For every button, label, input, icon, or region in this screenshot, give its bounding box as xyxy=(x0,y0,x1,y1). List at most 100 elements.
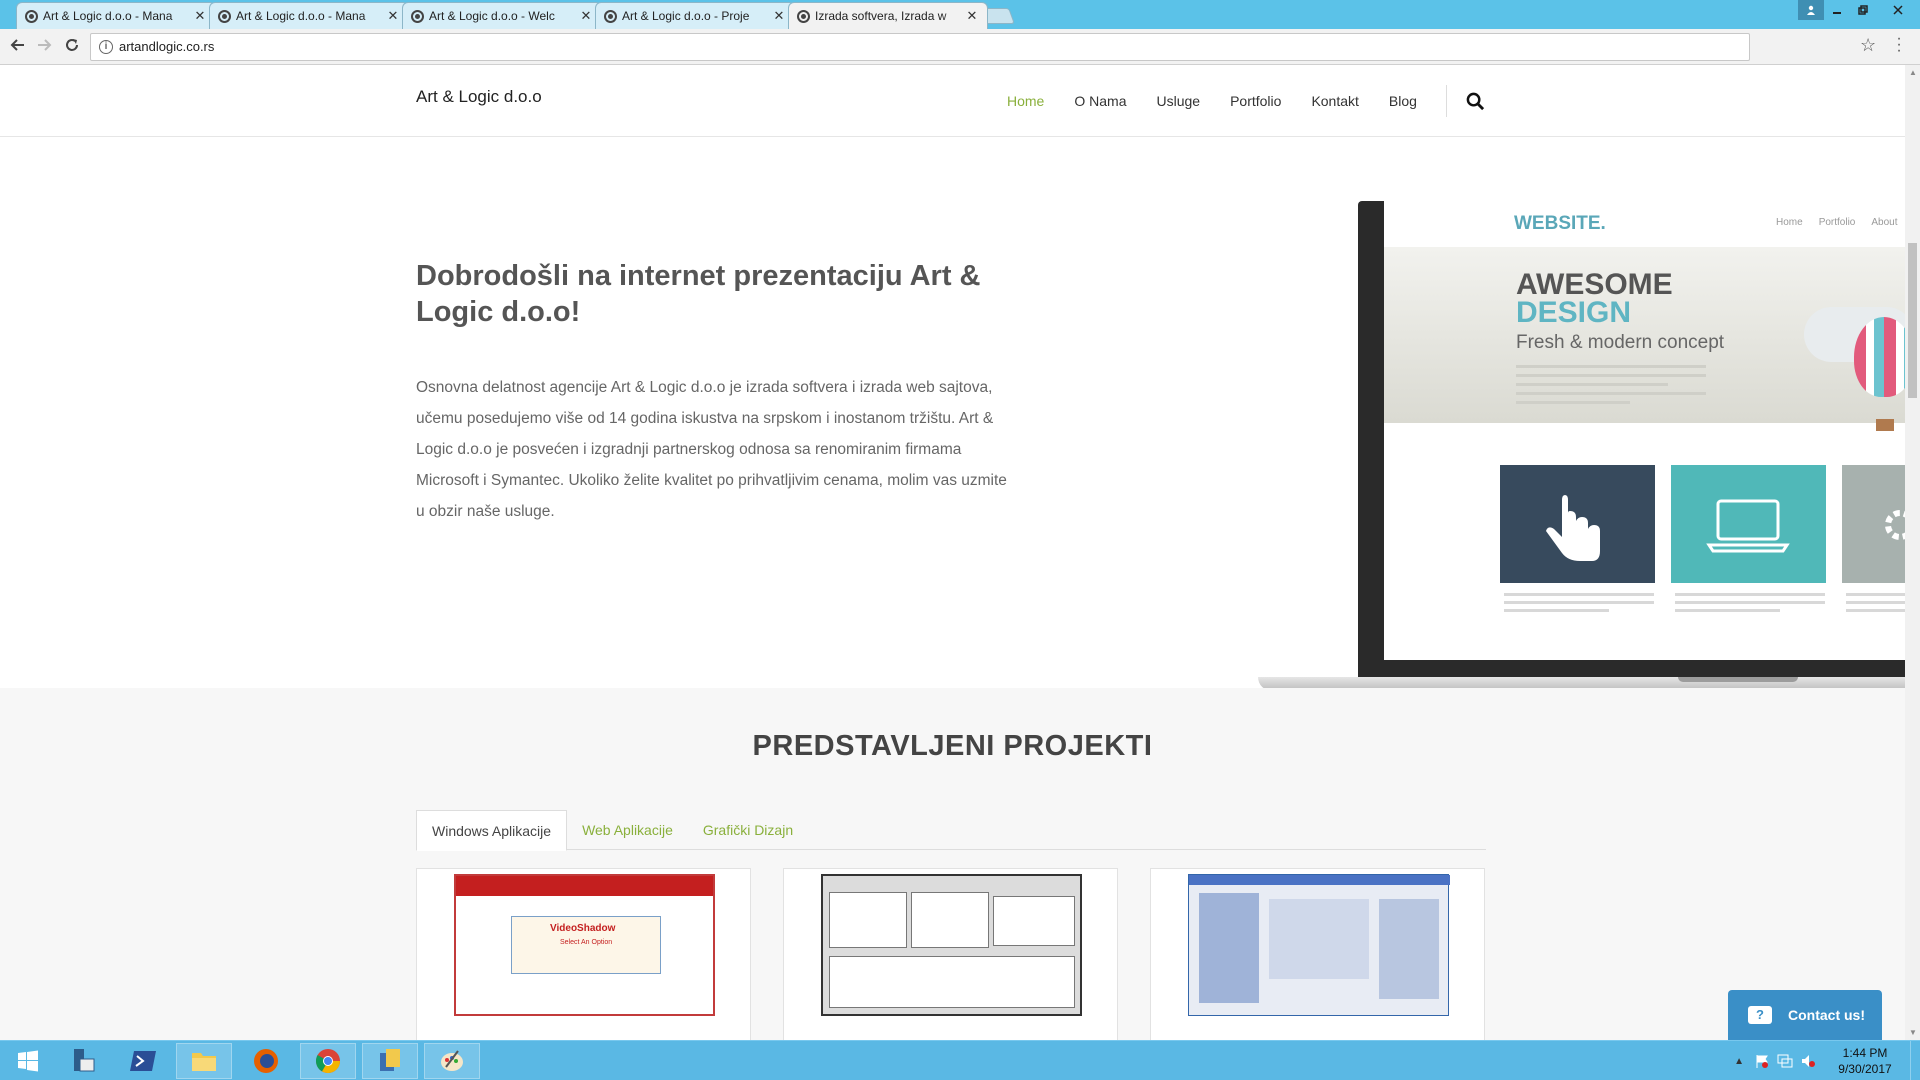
scroll-down-icon[interactable]: ▼ xyxy=(1909,1028,1917,1037)
browser-tab[interactable]: Art & Logic d.o.o - Mana ✕ xyxy=(16,2,216,29)
hero-text: Osnovna delatnost agencije Art & Logic d… xyxy=(416,379,1007,520)
action-center-flag-icon[interactable] xyxy=(1754,1053,1770,1069)
mockup-headline-2: DESIGN xyxy=(1516,296,1632,329)
close-tab-icon[interactable]: ✕ xyxy=(579,8,593,24)
mockup-text-lines xyxy=(1516,365,1706,410)
minimize-icon[interactable] xyxy=(1824,0,1850,20)
app-toolbar xyxy=(456,876,713,896)
clock[interactable]: 1:44 PM 9/30/2017 xyxy=(1820,1045,1910,1077)
mockup-nav-item: About xyxy=(1871,217,1898,228)
app-pane xyxy=(829,892,907,948)
browser-tab[interactable]: Art & Logic d.o.o - Welc ✕ xyxy=(402,2,602,29)
chrome-menu-icon[interactable]: · · · xyxy=(1896,31,1902,59)
forward-arrow-icon[interactable] xyxy=(34,37,54,57)
app-dialog: VideoShadow Select An Option xyxy=(511,916,661,974)
search-icon[interactable] xyxy=(1466,92,1485,111)
app-dialog-subtitle: Select An Option xyxy=(560,939,613,946)
chrome-icon[interactable] xyxy=(300,1043,356,1079)
browser-tab[interactable]: Art & Logic d.o.o - Mana ✕ xyxy=(209,2,409,29)
firefox-icon[interactable] xyxy=(238,1043,294,1079)
show-hidden-icons-icon[interactable]: ▲ xyxy=(1734,1056,1744,1067)
windows-taskbar: ▲ 1:44 PM 9/30/2017 xyxy=(0,1040,1920,1080)
contact-us-button[interactable]: ? Contact us! xyxy=(1728,990,1882,1040)
nav-o-nama[interactable]: O Nama xyxy=(1074,93,1126,109)
browser-titlebar: Art & Logic d.o.o - Mana ✕ Art & Logic d… xyxy=(0,0,1920,29)
close-tab-icon[interactable]: ✕ xyxy=(772,8,786,24)
laptop-notch xyxy=(1678,677,1798,682)
app-pane xyxy=(1379,899,1439,999)
tab-windows-aplikacije[interactable]: Windows Aplikacije xyxy=(416,810,568,851)
mockup-headline-1: AWESOME xyxy=(1516,268,1673,301)
nav-usluge[interactable]: Usluge xyxy=(1156,93,1200,109)
browser-tab[interactable]: Art & Logic d.o.o - Proje ✕ xyxy=(595,2,795,29)
bookmark-star-icon[interactable]: ☆ xyxy=(1860,35,1876,56)
mockup-caption xyxy=(1675,593,1825,617)
close-tab-icon[interactable]: ✕ xyxy=(193,8,207,24)
nav-home[interactable]: Home xyxy=(1007,93,1044,109)
gear-icon xyxy=(1885,510,1905,540)
security-app-icon[interactable] xyxy=(362,1043,418,1079)
gear-tile xyxy=(1842,465,1905,583)
mockup-nav: Home Portfolio About xyxy=(1776,217,1898,228)
videoshadow-screenshot[interactable]: VideoShadow Select An Option xyxy=(454,874,715,1016)
file-explorer-icon[interactable] xyxy=(176,1043,232,1079)
page-viewport: Art & Logic d.o.o Home O Nama Usluge Por… xyxy=(0,65,1905,1040)
favicon-icon xyxy=(218,10,231,23)
server-manager-icon[interactable] xyxy=(54,1043,110,1079)
projects-title: PREDSTAVLJENI PROJEKTI xyxy=(752,730,1153,762)
project-tabs: Windows Aplikacije Web Aplikacije Grafič… xyxy=(416,810,1486,851)
app-dialog-title: VideoShadow xyxy=(550,923,616,934)
tab-title: Art & Logic d.o.o - Mana xyxy=(236,9,366,23)
app-pane xyxy=(1199,893,1259,1003)
mockup-nav-item: Portfolio xyxy=(1818,217,1856,228)
favicon-icon xyxy=(797,10,810,23)
mockup-banner: AWESOME DESIGN Fresh & modern concept xyxy=(1384,247,1905,431)
windows-app-screenshot[interactable] xyxy=(821,874,1082,1016)
balloon-basket xyxy=(1876,419,1894,431)
user-profile-icon[interactable] xyxy=(1798,0,1824,20)
start-button[interactable] xyxy=(0,1043,56,1079)
volume-muted-icon[interactable] xyxy=(1800,1053,1816,1069)
show-desktop-button[interactable] xyxy=(1910,1041,1920,1080)
paint-icon[interactable] xyxy=(424,1043,480,1079)
clock-time: 1:44 PM xyxy=(1842,1046,1888,1060)
favicon-icon xyxy=(411,10,424,23)
info-icon[interactable]: i xyxy=(99,40,113,54)
tab-web-aplikacije[interactable]: Web Aplikacije xyxy=(567,810,688,851)
app-pane xyxy=(1269,899,1369,979)
favicon-icon xyxy=(604,10,617,23)
back-arrow-icon[interactable] xyxy=(8,37,28,57)
touch-tile xyxy=(1500,465,1655,583)
browser-toolbar: i artandlogic.co.rs ☆ · · · xyxy=(0,29,1920,65)
contact-us-label: Contact us! xyxy=(1788,1007,1865,1023)
mockup-headline: AWESOME DESIGN xyxy=(1516,268,1673,329)
app-pane xyxy=(993,896,1075,946)
hero-section: Dobrodošli na internet prezentaciju Art … xyxy=(0,137,1905,691)
close-window-icon[interactable] xyxy=(1876,0,1920,20)
scroll-up-icon[interactable]: ▲ xyxy=(1909,68,1917,77)
nav-blog[interactable]: Blog xyxy=(1389,93,1417,109)
restore-icon[interactable] xyxy=(1850,0,1876,20)
page-scrollbar[interactable]: ▲ ▼ xyxy=(1905,65,1920,1040)
project-card[interactable] xyxy=(1150,868,1485,1040)
system-tray: ▲ 1:44 PM 9/30/2017 xyxy=(1734,1041,1920,1080)
desktop-app-screenshot[interactable] xyxy=(1188,874,1450,1016)
close-tab-icon[interactable]: ✕ xyxy=(965,8,979,24)
windows-logo-icon xyxy=(18,1050,38,1072)
powershell-icon[interactable] xyxy=(116,1043,172,1079)
tab-title: Art & Logic d.o.o - Mana xyxy=(43,9,173,23)
address-bar[interactable]: i artandlogic.co.rs xyxy=(90,33,1750,61)
reload-icon[interactable] xyxy=(62,37,82,57)
browser-tab-active[interactable]: Izrada softvera, Izrada w ✕ xyxy=(788,2,988,29)
project-card[interactable]: VideoShadow Select An Option xyxy=(416,868,751,1040)
network-icon[interactable] xyxy=(1776,1053,1794,1069)
nav-portfolio[interactable]: Portfolio xyxy=(1230,93,1281,109)
site-logo[interactable]: Art & Logic d.o.o xyxy=(416,87,542,107)
laptop-icon xyxy=(1706,499,1790,553)
close-tab-icon[interactable]: ✕ xyxy=(386,8,400,24)
nav-kontakt[interactable]: Kontakt xyxy=(1311,93,1358,109)
tab-graficki-dizajn[interactable]: Grafički Dizajn xyxy=(688,810,808,851)
main-nav: Home O Nama Usluge Portfolio Kontakt Blo… xyxy=(1007,93,1447,109)
scrollbar-thumb[interactable] xyxy=(1908,243,1917,398)
project-card[interactable] xyxy=(783,868,1118,1040)
